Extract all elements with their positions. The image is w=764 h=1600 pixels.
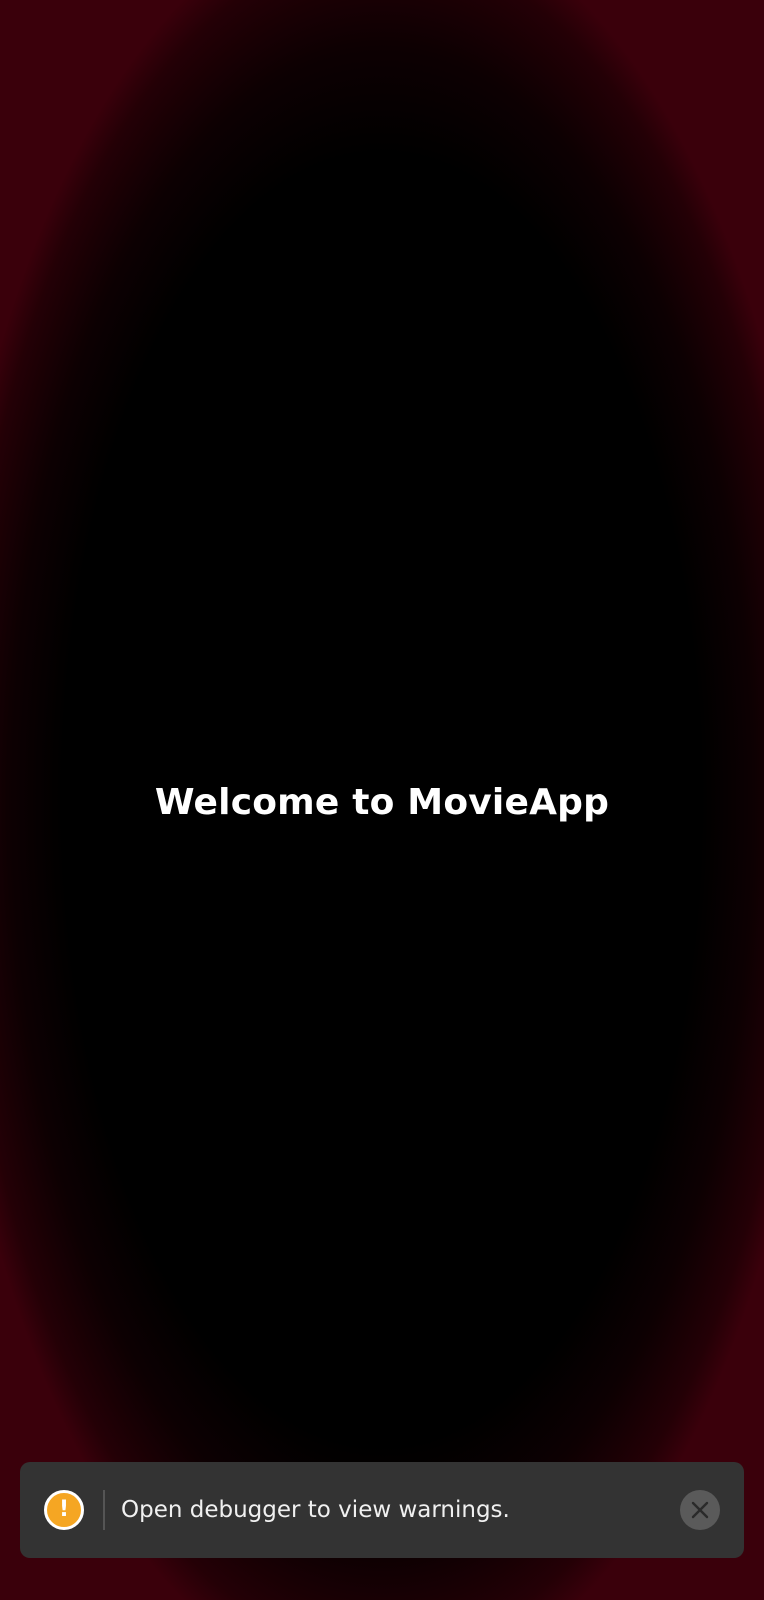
toast-message: Open debugger to view warnings.	[121, 1497, 510, 1523]
warning-icon-glyph: !	[58, 1497, 70, 1522]
toast-divider	[103, 1490, 105, 1530]
warning-icon: !	[44, 1490, 84, 1530]
close-button[interactable]	[680, 1490, 720, 1530]
app-screen: Welcome to MovieApp ! Open debugger to v…	[0, 0, 764, 1600]
close-icon	[691, 1501, 709, 1519]
welcome-title: Welcome to MovieApp	[154, 782, 610, 823]
warning-toast[interactable]: ! Open debugger to view warnings.	[20, 1462, 744, 1558]
